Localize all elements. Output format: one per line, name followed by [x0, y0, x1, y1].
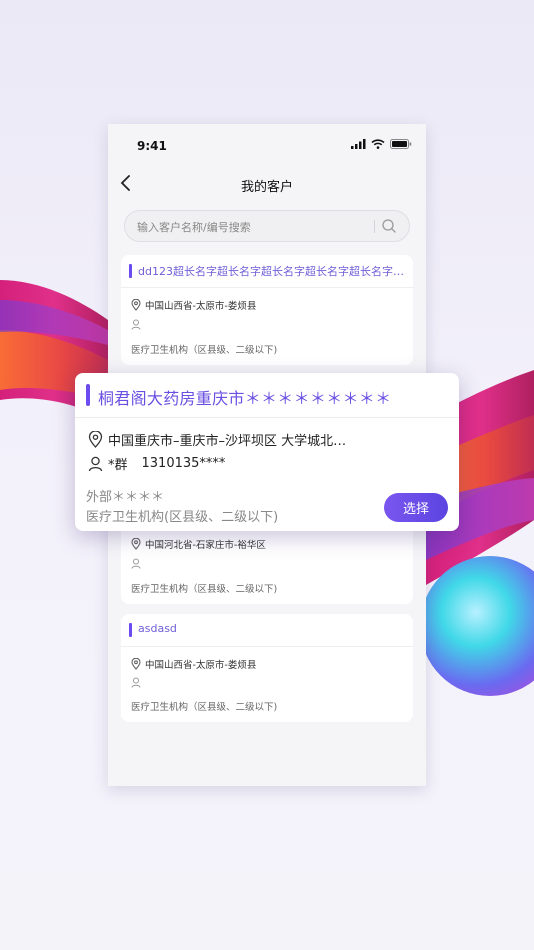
person-icon	[131, 319, 141, 330]
accent-bar	[129, 623, 132, 637]
person-icon	[131, 677, 141, 688]
customer-type: 医疗卫生机构（区县级、二级以下)	[131, 345, 278, 356]
popup-address-row: 中国重庆市–重庆市–沙坪坝区 大学城北…	[88, 430, 346, 449]
address-row: 中国河北省-石家庄市-裕华区	[131, 537, 266, 551]
search-bar	[124, 210, 410, 243]
battery-icon	[390, 139, 412, 149]
customer-card[interactable]: dd123超长名字超长名字超长名字超长名字超长名字… 中国山西省-太原市-娄烦县…	[121, 255, 413, 365]
person-icon	[88, 456, 103, 471]
wifi-icon	[371, 139, 385, 149]
customer-detail-popup: 桐君阁大药房重庆市＊＊＊＊＊＊＊＊＊ 中国重庆市–重庆市–沙坪坝区 大学城北… …	[75, 373, 459, 531]
person-icon	[131, 558, 141, 569]
search-input[interactable]	[135, 211, 369, 243]
signal-icon	[351, 139, 366, 149]
contact-row	[131, 677, 145, 688]
popup-customer-name: 桐君阁大药房重庆市＊＊＊＊＊＊＊＊＊	[98, 389, 392, 408]
popup-contact-phone: 1310135****	[141, 456, 226, 471]
address-row: 中国山西省-太原市-娄烦县	[131, 657, 256, 671]
accent-bar	[129, 264, 132, 278]
contact-row	[131, 319, 145, 330]
customer-address: 中国山西省-太原市-娄烦县	[145, 301, 257, 312]
customer-type: 医疗卫生机构（区县级、二级以下)	[131, 702, 278, 713]
popup-customer-type: 医疗卫生机构(区县级、二级以下)	[86, 510, 279, 525]
card-header: dd123超长名字超长名字超长名字超长名字超长名字…	[121, 255, 413, 288]
status-icons	[351, 139, 412, 149]
status-bar: 9:41	[108, 124, 426, 168]
customer-address: 中国河北省-石家庄市-裕华区	[145, 540, 266, 551]
location-pin-icon	[131, 299, 141, 311]
customer-name: asdasd	[138, 622, 177, 635]
customer-address: 中国山西省-太原市-娄烦县	[145, 660, 257, 671]
popup-external-label: 外部＊＊＊＊	[86, 490, 165, 505]
location-pin-icon	[88, 431, 103, 448]
location-pin-icon	[131, 538, 141, 550]
search-icon[interactable]	[381, 218, 397, 234]
customer-name: dd123超长名字超长名字超长名字超长名字超长名字…	[138, 265, 404, 278]
popup-contact-row: *群 1310135****	[88, 454, 225, 473]
card-header: asdasd	[121, 614, 413, 647]
accent-bar	[86, 384, 90, 406]
customer-card[interactable]: asdasd 中国山西省-太原市-娄烦县 医疗卫生机构（区县级、二级以下)	[121, 614, 413, 722]
page-title: 我的客户	[240, 180, 293, 195]
select-button[interactable]: 选择	[384, 493, 448, 522]
popup-address: 中国重庆市–重庆市–沙坪坝区 大学城北…	[108, 434, 347, 449]
popup-contact-name: *群	[108, 458, 128, 473]
search-divider	[374, 220, 375, 233]
address-row: 中国山西省-太原市-娄烦县	[131, 298, 256, 312]
popup-header: 桐君阁大药房重庆市＊＊＊＊＊＊＊＊＊	[75, 373, 459, 418]
location-pin-icon	[131, 658, 141, 670]
nav-bar: 我的客户	[108, 168, 426, 200]
customer-type: 医疗卫生机构（区县级、二级以下)	[131, 584, 278, 595]
contact-row	[131, 558, 145, 569]
status-time: 9:41	[137, 139, 167, 153]
